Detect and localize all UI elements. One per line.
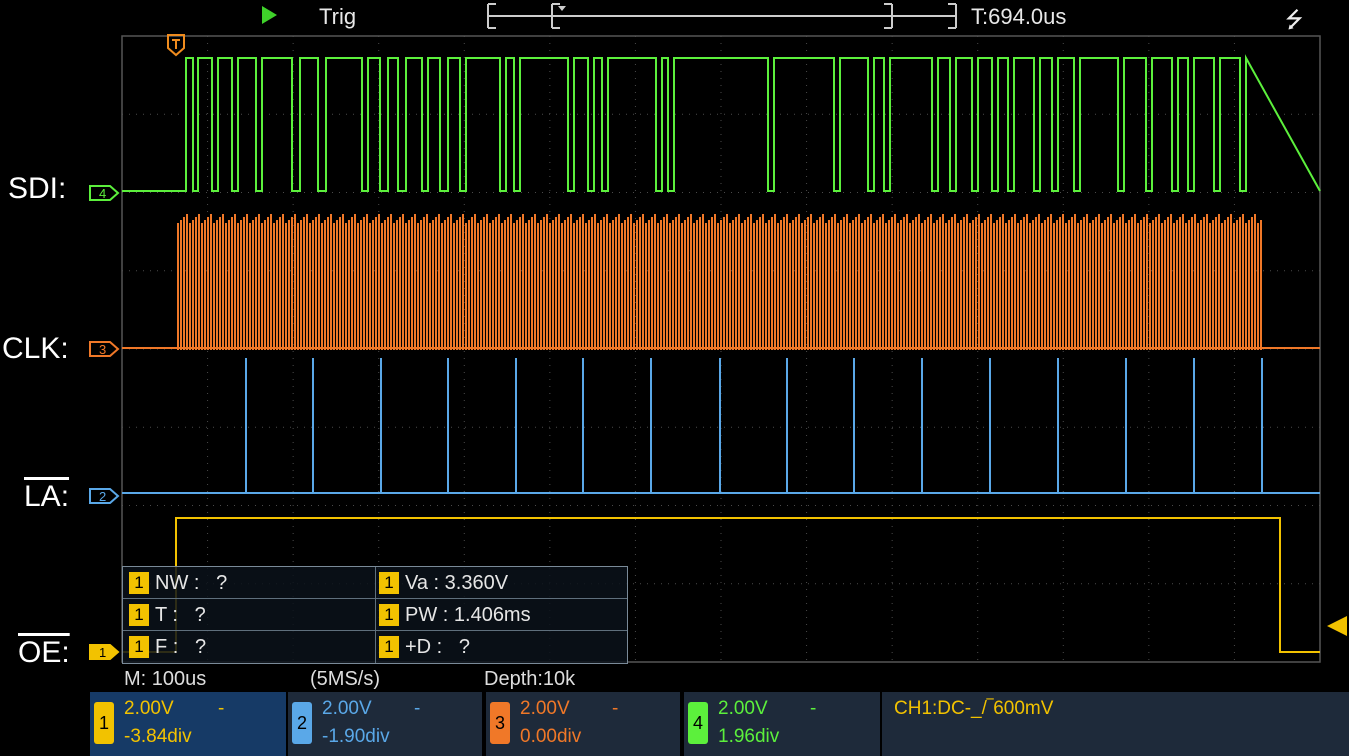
trigger-level-marker bbox=[1327, 616, 1347, 636]
waveform-ch4 bbox=[122, 54, 1321, 192]
svg-text:4: 4 bbox=[99, 186, 106, 201]
sample-rate: (5MS/s) bbox=[310, 668, 380, 690]
trigger-position-marker bbox=[167, 34, 185, 57]
ch1-ground-marker: 1 bbox=[89, 644, 120, 660]
measurement-panel: 1 NW : ? 1 Va : 3.360V 1T : ? 1 PW : 1.406m… bbox=[122, 566, 628, 664]
waveform-ch3 bbox=[177, 214, 1262, 350]
meas-nw: 1 NW : ? bbox=[129, 568, 227, 598]
meas-f: 1F : ? bbox=[129, 632, 206, 662]
timebase-scale: M: 100us bbox=[124, 668, 207, 690]
ch4-settings[interactable]: 4 2.00V - 1.96div bbox=[684, 692, 880, 756]
ch2-ground-marker: 2 bbox=[89, 488, 120, 504]
trigger-settings[interactable]: CH1:DC-_/‾600mV bbox=[882, 692, 1349, 756]
waveform-ch2 bbox=[245, 358, 1263, 493]
meas-pd: 1 +D : ? bbox=[379, 632, 470, 662]
ch1-settings[interactable]: 1 2.00V - -3.84div bbox=[90, 692, 286, 756]
svg-text:1: 1 bbox=[99, 645, 106, 660]
memory-depth: Depth:10k bbox=[484, 668, 576, 690]
svg-text:2: 2 bbox=[99, 489, 106, 504]
timebase-info: M: 100us (5MS/s) Depth:10k bbox=[0, 664, 1349, 692]
ch2-settings[interactable]: 2 2.00V - -1.90div bbox=[288, 692, 482, 756]
meas-va: 1 Va : 3.360V bbox=[379, 568, 508, 598]
ch4-ground-marker: 4 bbox=[89, 185, 120, 201]
svg-text:3: 3 bbox=[99, 342, 106, 357]
meas-pw: 1 PW : 1.406ms bbox=[379, 600, 531, 630]
waveform-display[interactable]: 4 3 2 1 bbox=[0, 0, 1349, 664]
ch3-settings[interactable]: 3 2.00V - 0.00div bbox=[486, 692, 680, 756]
meas-t: 1T : ? bbox=[129, 600, 206, 630]
ch3-ground-marker: 3 bbox=[89, 341, 120, 357]
